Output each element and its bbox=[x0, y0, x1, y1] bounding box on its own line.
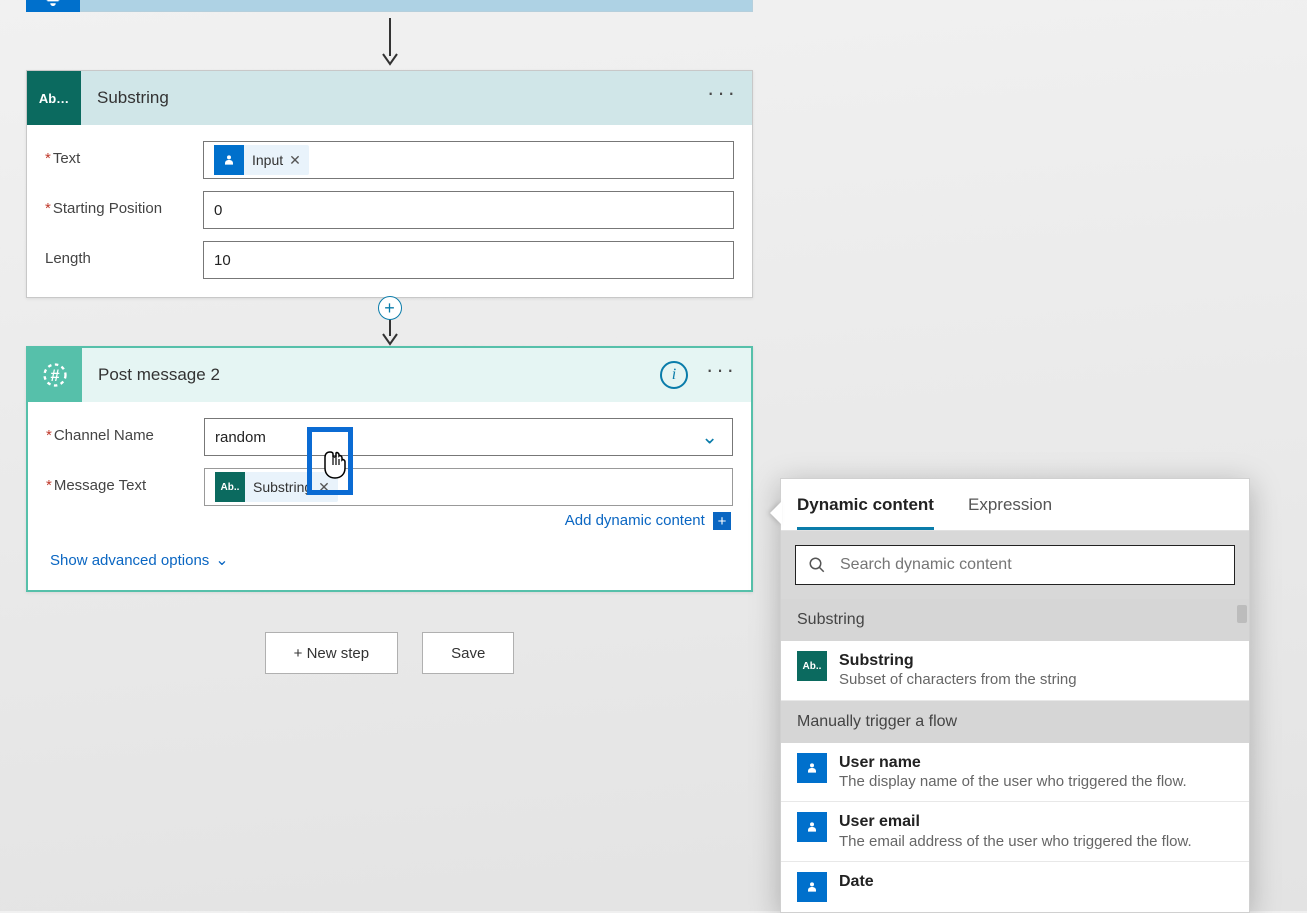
substring-icon: Ab… bbox=[27, 71, 81, 125]
post-message-card: # Post message 2 i ··· *Channel Name ran… bbox=[26, 346, 753, 592]
post-message-more-icon[interactable]: ··· bbox=[706, 370, 737, 380]
trigger-token-icon bbox=[214, 145, 244, 175]
substring-header[interactable]: Ab… Substring ··· bbox=[27, 71, 752, 125]
substring-token-icon: Ab.. bbox=[215, 472, 245, 502]
tab-expression[interactable]: Expression bbox=[968, 495, 1052, 530]
panel-pointer bbox=[770, 501, 782, 525]
dc-item-title: Substring bbox=[839, 651, 1077, 670]
dynamic-content-panel: Dynamic content Expression Substring Ab.… bbox=[780, 478, 1250, 913]
label-length: Length bbox=[45, 241, 203, 267]
show-advanced-options[interactable]: Show advanced options⌄ bbox=[28, 536, 751, 590]
substring-card: Ab… Substring ··· *Text Input ✕ bbox=[26, 70, 753, 298]
token-input[interactable]: Input ✕ bbox=[214, 145, 309, 175]
trigger-card-partial[interactable] bbox=[26, 0, 753, 12]
dc-item-substring[interactable]: Ab.. Substring Subset of characters from… bbox=[781, 641, 1249, 701]
new-step-button[interactable]: + New step bbox=[265, 632, 398, 674]
dc-item-date[interactable]: Date bbox=[781, 862, 1249, 912]
chevron-down-icon: ⌄ bbox=[701, 425, 718, 450]
scrollbar[interactable] bbox=[1237, 605, 1247, 623]
token-label: Input bbox=[252, 152, 283, 168]
channel-name-select[interactable]: random ⌄ bbox=[204, 418, 733, 456]
search-icon bbox=[808, 556, 826, 574]
plus-icon: + bbox=[713, 512, 731, 530]
substring-icon: Ab.. bbox=[797, 651, 827, 681]
dc-item-title: Date bbox=[839, 872, 874, 891]
label-message-text: *Message Text bbox=[46, 468, 204, 494]
trigger-icon bbox=[797, 872, 827, 902]
dc-item-desc: The email address of the user who trigge… bbox=[839, 832, 1192, 852]
substring-title: Substring bbox=[81, 88, 707, 108]
add-step-icon[interactable]: + bbox=[378, 296, 402, 320]
svg-text:#: # bbox=[50, 367, 59, 385]
tab-dynamic-content[interactable]: Dynamic content bbox=[797, 495, 934, 530]
section-header-manual: Manually trigger a flow bbox=[781, 701, 1249, 743]
trigger-icon bbox=[797, 753, 827, 783]
text-input[interactable]: Input ✕ bbox=[203, 141, 734, 179]
post-message-title: Post message 2 bbox=[82, 365, 660, 385]
trigger-icon bbox=[26, 0, 80, 12]
message-text-input[interactable]: Ab.. Substring ✕ bbox=[204, 468, 733, 506]
trigger-icon bbox=[797, 812, 827, 842]
info-icon[interactable]: i bbox=[660, 361, 688, 389]
token-substring[interactable]: Ab.. Substring ✕ bbox=[215, 472, 338, 502]
dc-item-desc: Subset of characters from the string bbox=[839, 670, 1077, 690]
dc-item-title: User name bbox=[839, 753, 1187, 772]
connector-arrow-1 bbox=[26, 12, 753, 70]
length-input[interactable]: 10 bbox=[203, 241, 734, 279]
add-dynamic-content-link[interactable]: Add dynamic content + bbox=[204, 506, 733, 530]
dc-item-title: User email bbox=[839, 812, 1192, 831]
search-dynamic-content[interactable] bbox=[795, 545, 1235, 585]
starting-position-input[interactable]: 0 bbox=[203, 191, 734, 229]
save-button[interactable]: Save bbox=[422, 632, 514, 674]
dc-item-user-email[interactable]: User email The email address of the user… bbox=[781, 802, 1249, 862]
token-remove-icon[interactable]: ✕ bbox=[289, 152, 301, 169]
dc-item-user-name[interactable]: User name The display name of the user w… bbox=[781, 743, 1249, 803]
token-substring-label: Substring bbox=[253, 479, 312, 495]
post-message-header[interactable]: # Post message 2 i ··· bbox=[28, 348, 751, 402]
slack-icon: # bbox=[28, 348, 82, 402]
label-starting-position: *Starting Position bbox=[45, 191, 203, 217]
substring-more-icon[interactable]: ··· bbox=[707, 93, 738, 103]
label-channel-name: *Channel Name bbox=[46, 418, 204, 444]
dc-item-desc: The display name of the user who trigger… bbox=[839, 772, 1187, 792]
chevron-down-icon: ⌄ bbox=[215, 552, 228, 569]
token-substring-remove-icon[interactable]: ✕ bbox=[318, 479, 330, 496]
label-text: *Text bbox=[45, 141, 203, 167]
section-header-substring: Substring bbox=[781, 599, 1249, 641]
search-input[interactable] bbox=[838, 555, 1222, 575]
